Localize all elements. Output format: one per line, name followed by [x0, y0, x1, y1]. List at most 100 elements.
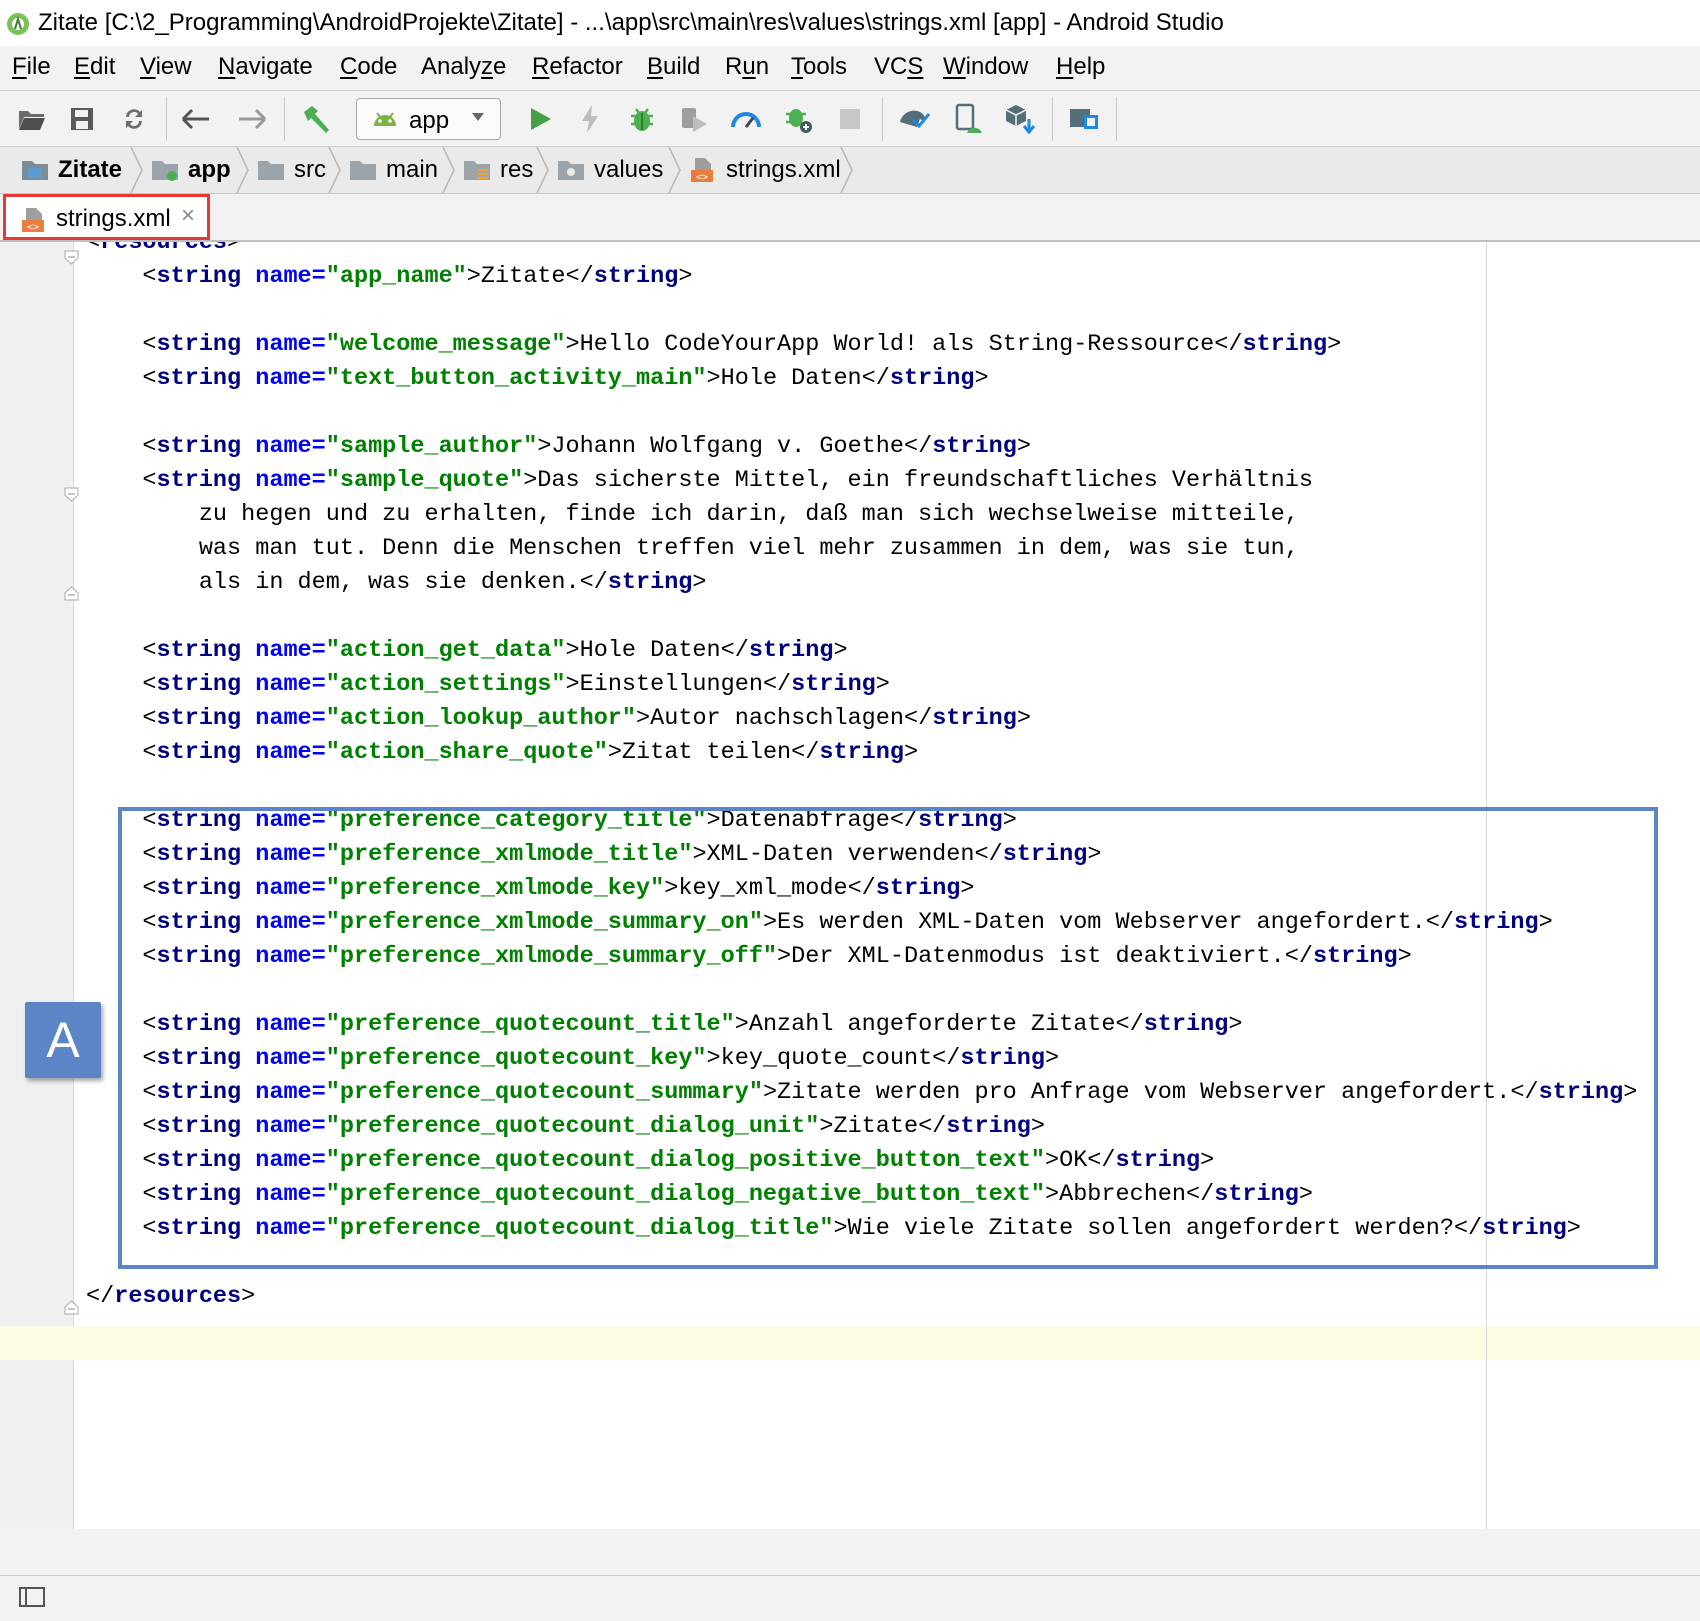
back-icon[interactable]: [178, 101, 214, 137]
svg-text:<>: <>: [27, 222, 39, 233]
folder-icon: [256, 158, 286, 182]
forward-icon[interactable]: [234, 101, 270, 137]
fold-marker-icon[interactable]: [64, 250, 79, 265]
debug-app-icon[interactable]: [780, 101, 816, 137]
menu-item[interactable]: Tools: [791, 53, 847, 81]
close-icon[interactable]: ×: [181, 202, 195, 230]
title-bar: Zitate [C:\2_Programming\AndroidProjekte…: [0, 0, 1700, 46]
breadcrumb-separator: [236, 146, 250, 198]
annotation-highlight-box: [118, 807, 1658, 1269]
code-line[interactable]: </resources>: [86, 1280, 1637, 1314]
code-line[interactable]: <string name="sample_author">Johann Wolf…: [86, 430, 1637, 464]
fold-marker-icon[interactable]: [64, 586, 79, 601]
fold-marker-icon[interactable]: [64, 487, 79, 502]
android-icon: [374, 112, 396, 126]
fold-marker-icon[interactable]: [64, 1300, 79, 1315]
project-folder-icon: [20, 158, 50, 182]
menu-item[interactable]: Edit: [74, 53, 115, 81]
module-folder-icon: [150, 158, 180, 182]
code-line[interactable]: [86, 294, 1637, 328]
open-folder-icon[interactable]: [14, 101, 50, 137]
code-line[interactable]: <string name="action_share_quote">Zitat …: [86, 736, 1637, 770]
run-configuration-label: app: [409, 107, 450, 134]
code-line[interactable]: <string name="app_name">Zitate</string>: [86, 260, 1637, 294]
menu-item[interactable]: VCS: [874, 53, 923, 81]
avd-manager-icon[interactable]: [950, 101, 986, 137]
code-line[interactable]: <resources>: [86, 242, 1637, 260]
menu-item[interactable]: Run: [725, 53, 769, 81]
menu-item[interactable]: Help: [1056, 53, 1105, 81]
menu-item[interactable]: Navigate: [218, 53, 313, 81]
attach-debugger-icon[interactable]: [676, 101, 712, 137]
res-folder-icon: [462, 158, 492, 182]
breadcrumb-label: app: [188, 156, 231, 183]
code-line[interactable]: [86, 396, 1637, 430]
menu-bar: File Edit View Navigate Code Analyze Refactor B…: [0, 46, 1700, 91]
breadcrumb-label: main: [386, 156, 439, 183]
code-line[interactable]: <string name="text_button_activity_main"…: [86, 362, 1637, 396]
code-line[interactable]: zu hegen und zu erhalten, finde ich dari…: [86, 498, 1637, 532]
editor-tab-bar: <> strings.xml ×: [0, 194, 1700, 242]
values-folder-icon: [556, 158, 586, 182]
menu-item[interactable]: View: [140, 53, 192, 81]
xml-file-icon: <>: [22, 208, 44, 233]
code-line[interactable]: <string name="action_settings">Einstellu…: [86, 668, 1637, 702]
gradle-sync-icon[interactable]: [896, 101, 932, 137]
code-line[interactable]: <string name="sample_quote">Das sicherst…: [86, 464, 1637, 498]
code-line[interactable]: was man tut. Denn die Menschen treffen v…: [86, 532, 1637, 566]
code-line[interactable]: <string name="action_lookup_author">Auto…: [86, 702, 1637, 736]
profile-icon[interactable]: [728, 101, 764, 137]
save-icon[interactable]: [64, 101, 100, 137]
breadcrumb-item[interactable]: main: [348, 153, 438, 187]
menu-item[interactable]: Code: [340, 53, 397, 81]
apply-changes-icon[interactable]: [572, 101, 608, 137]
stop-icon[interactable]: [832, 101, 868, 137]
android-studio-icon: [7, 13, 29, 35]
breadcrumb-item[interactable]: <> strings.xml: [688, 153, 841, 187]
code-line[interactable]: als in dem, was sie denken.</string>: [86, 566, 1637, 600]
navigation-breadcrumb: Zitate app src main res values <> strings.xml: [0, 146, 1700, 194]
breadcrumb-item[interactable]: res: [462, 153, 533, 187]
make-project-icon[interactable]: [298, 101, 334, 137]
sync-icon[interactable]: [116, 101, 152, 137]
menu-item[interactable]: Analyze: [421, 53, 506, 81]
folder-icon: [348, 158, 378, 182]
tab-label: strings.xml: [56, 205, 171, 232]
breadcrumb-item[interactable]: src: [256, 153, 326, 187]
breadcrumb-item[interactable]: Zitate: [20, 153, 122, 187]
code-line[interactable]: <string name="action_get_data">Hole Date…: [86, 634, 1637, 668]
breadcrumb-separator: [442, 146, 456, 198]
breadcrumb-separator: [328, 146, 342, 198]
menu-item[interactable]: Build: [647, 53, 700, 81]
breadcrumb-item[interactable]: app: [150, 153, 231, 187]
code-line[interactable]: [86, 600, 1637, 634]
project-structure-icon[interactable]: [1066, 101, 1102, 137]
xml-file-icon: <>: [688, 156, 718, 184]
breadcrumb-label: Zitate: [58, 156, 123, 183]
annotation-label: A: [25, 1002, 101, 1078]
breadcrumb-label: strings.xml: [726, 156, 841, 183]
debug-icon[interactable]: [624, 101, 660, 137]
menu-item[interactable]: Refactor: [532, 53, 623, 81]
tab-strings-xml[interactable]: <> strings.xml ×: [3, 194, 210, 240]
main-toolbar: app: [0, 91, 1700, 147]
tool-window-toggle-icon[interactable]: [18, 1586, 46, 1608]
breadcrumb-separator: [536, 146, 550, 198]
code-line[interactable]: <string name="welcome_message">Hello Cod…: [86, 328, 1637, 362]
run-icon[interactable]: [522, 101, 558, 137]
current-line-highlight: [0, 1326, 1700, 1360]
breadcrumb-label: values: [594, 156, 664, 183]
window-title: Zitate [C:\2_Programming\AndroidProjekte…: [38, 9, 1224, 36]
run-configuration-select[interactable]: app: [356, 98, 501, 140]
breadcrumb-item[interactable]: values: [556, 153, 663, 187]
breadcrumb-label: src: [294, 156, 326, 183]
sdk-manager-icon[interactable]: [1002, 101, 1038, 137]
menu-item[interactable]: Window: [943, 53, 1028, 81]
breadcrumb-separator: [130, 146, 144, 198]
menu-item[interactable]: File: [12, 53, 51, 81]
code-line[interactable]: [86, 770, 1637, 804]
chevron-down-icon: [472, 113, 484, 121]
status-bar: [0, 1575, 1700, 1621]
breadcrumb-separator: [668, 146, 682, 198]
svg-text:<>: <>: [696, 172, 708, 183]
